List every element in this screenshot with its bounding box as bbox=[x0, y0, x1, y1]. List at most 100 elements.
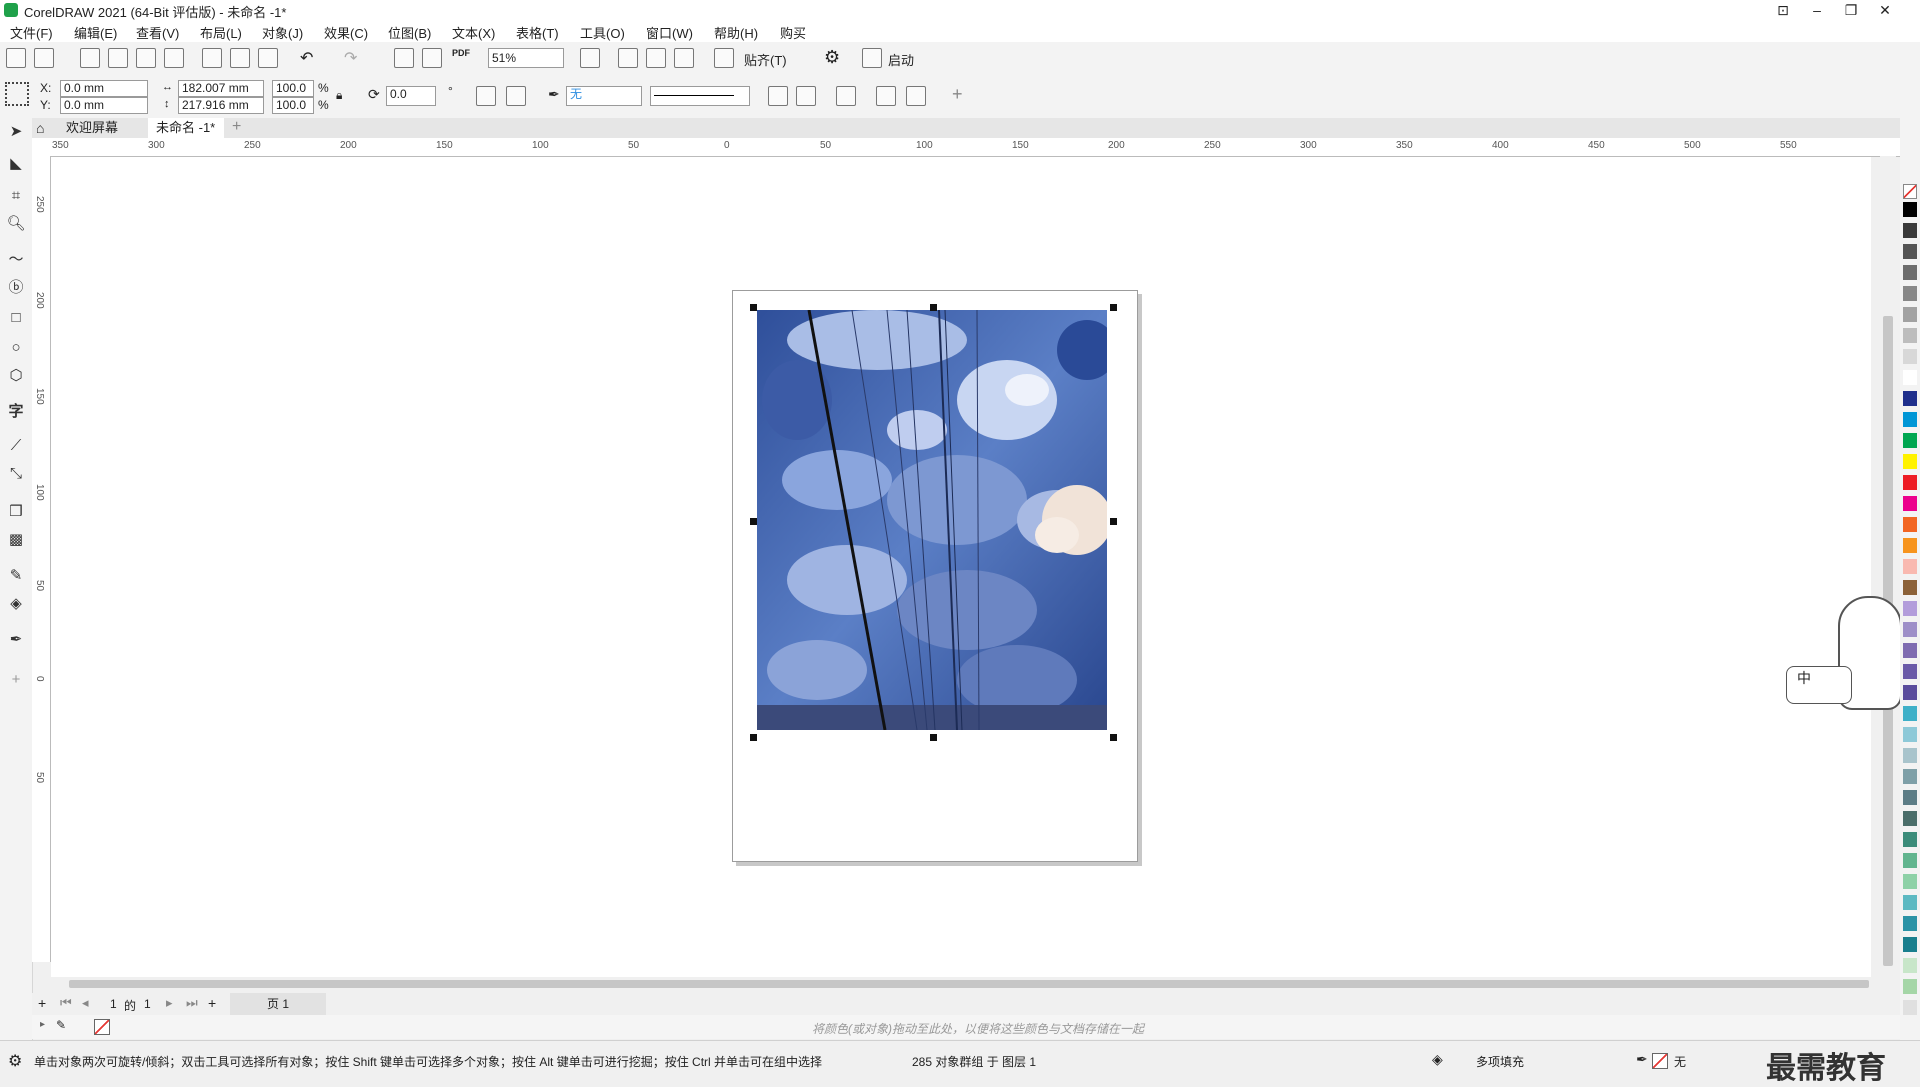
palette-swatch[interactable] bbox=[1903, 286, 1917, 301]
selection-handle-bottom-right[interactable] bbox=[1110, 734, 1117, 741]
palette-swatch[interactable] bbox=[1903, 790, 1917, 805]
add-icon[interactable]: + bbox=[952, 84, 963, 105]
menu-buy[interactable]: 购买 bbox=[780, 23, 806, 42]
expand-palette-icon[interactable]: ▸ bbox=[40, 1019, 45, 1030]
mirror-horizontal-icon[interactable] bbox=[476, 86, 496, 106]
palette-swatch[interactable] bbox=[1903, 496, 1917, 511]
palette-swatch[interactable] bbox=[1903, 349, 1917, 364]
menu-table[interactable]: 表格(T) bbox=[516, 23, 559, 42]
home-icon[interactable]: ⌂ bbox=[36, 120, 44, 136]
palette-swatch[interactable] bbox=[1903, 853, 1917, 868]
object-width-field[interactable]: 182.007 mm bbox=[178, 80, 264, 97]
menu-edit[interactable]: 编辑(E) bbox=[74, 23, 117, 42]
full-screen-preview-icon[interactable] bbox=[580, 48, 600, 68]
redo-icon[interactable]: ↷ bbox=[344, 48, 357, 68]
palette-swatch[interactable] bbox=[1903, 895, 1917, 910]
ungroup-icon[interactable] bbox=[796, 86, 816, 106]
ime-status-widget[interactable]: 中 bbox=[1786, 590, 1902, 714]
palette-swatch[interactable] bbox=[1903, 307, 1917, 322]
connector-tool-icon[interactable]: ⤡ bbox=[6, 464, 26, 484]
page-tab[interactable]: 页 1 bbox=[230, 993, 326, 1015]
to-front-icon[interactable] bbox=[876, 86, 896, 106]
cloud-upload-icon[interactable] bbox=[136, 48, 156, 68]
no-color-swatch[interactable] bbox=[94, 1019, 110, 1035]
menu-view[interactable]: 查看(V) bbox=[136, 23, 179, 42]
y-position-field[interactable]: 0.0 mm bbox=[60, 97, 148, 114]
minimize-button[interactable]: – bbox=[1800, 0, 1834, 20]
rotation-angle-field[interactable]: 0.0 bbox=[386, 86, 436, 106]
palette-swatch[interactable] bbox=[1903, 643, 1917, 658]
selection-handle-top-left[interactable] bbox=[750, 304, 757, 311]
close-button[interactable]: ✕ bbox=[1868, 0, 1902, 20]
menu-object[interactable]: 对象(J) bbox=[262, 23, 303, 42]
freehand-tool-icon[interactable]: 〜 bbox=[6, 250, 26, 270]
vertical-scrollbar[interactable] bbox=[1880, 156, 1896, 982]
menu-layout[interactable]: 布局(L) bbox=[200, 23, 242, 42]
show-guidelines-icon[interactable] bbox=[674, 48, 694, 68]
palette-swatch[interactable] bbox=[1903, 601, 1917, 616]
palette-swatch[interactable] bbox=[1903, 412, 1917, 427]
palette-swatch[interactable] bbox=[1903, 370, 1917, 385]
ime-mode-label[interactable]: 中 bbox=[1786, 666, 1852, 704]
cut-icon[interactable] bbox=[202, 48, 222, 68]
object-origin-icon[interactable] bbox=[5, 82, 29, 106]
line-style-dropdown[interactable] bbox=[650, 86, 750, 106]
palette-swatch[interactable] bbox=[1903, 685, 1917, 700]
show-grid-icon[interactable] bbox=[646, 48, 666, 68]
selected-bitmap-group[interactable] bbox=[757, 310, 1107, 730]
new-tab-icon[interactable]: + bbox=[232, 118, 241, 136]
text-tool-icon[interactable]: 字 bbox=[6, 402, 26, 422]
menu-bitmap[interactable]: 位图(B) bbox=[388, 23, 431, 42]
interactive-fill-icon[interactable]: ◈ bbox=[6, 594, 26, 614]
options-gear-icon[interactable]: ⚙ bbox=[824, 47, 840, 68]
lock-ratio-icon[interactable]: 🔒︎ bbox=[336, 88, 342, 103]
palette-swatch[interactable] bbox=[1903, 979, 1917, 994]
horizontal-ruler[interactable]: 350 300 250 200 150 100 50 0 50 100 150 200 250 300 35… bbox=[50, 138, 1900, 157]
selection-handle-middle-left[interactable] bbox=[750, 518, 757, 525]
smart-fill-icon[interactable]: ✒ bbox=[6, 630, 26, 650]
artistic-media-icon[interactable]: ⓑ bbox=[6, 278, 26, 298]
previous-page-icon[interactable]: ◂ bbox=[82, 995, 89, 1011]
tab-document[interactable]: 未命名 -1* bbox=[148, 118, 224, 138]
palette-swatch[interactable] bbox=[1903, 202, 1917, 217]
horizontal-scroll-thumb[interactable] bbox=[69, 980, 1869, 988]
selection-handle-bottom-left[interactable] bbox=[750, 734, 757, 741]
menu-text[interactable]: 文本(X) bbox=[452, 23, 495, 42]
palette-swatch[interactable] bbox=[1903, 664, 1917, 679]
next-page-icon[interactable]: ▸ bbox=[166, 995, 173, 1011]
palette-swatch[interactable] bbox=[1903, 832, 1917, 847]
menu-window[interactable]: 窗口(W) bbox=[646, 23, 693, 42]
palette-swatch[interactable] bbox=[1903, 769, 1917, 784]
palette-swatch[interactable] bbox=[1903, 916, 1917, 931]
undo-icon[interactable]: ↶ bbox=[300, 48, 313, 68]
palette-swatch[interactable] bbox=[1903, 538, 1917, 553]
palette-swatch[interactable] bbox=[1903, 244, 1917, 259]
selection-handle-top-right[interactable] bbox=[1110, 304, 1117, 311]
palette-swatch[interactable] bbox=[1903, 475, 1917, 490]
selection-handle-middle-right[interactable] bbox=[1110, 518, 1117, 525]
palette-swatch[interactable] bbox=[1903, 811, 1917, 826]
save-icon[interactable] bbox=[80, 48, 100, 68]
restore-button[interactable]: ❐ bbox=[1834, 0, 1868, 20]
paste-icon[interactable] bbox=[258, 48, 278, 68]
palette-swatch[interactable] bbox=[1903, 622, 1917, 637]
launch-dropdown[interactable]: 启动 bbox=[888, 50, 914, 69]
eyedropper-icon[interactable]: ✎ bbox=[6, 566, 26, 586]
menu-effects[interactable]: 效果(C) bbox=[324, 23, 368, 42]
snap-to-dropdown[interactable]: 贴齐(T) bbox=[744, 50, 787, 69]
shape-tool-icon[interactable]: ◣ bbox=[6, 154, 26, 174]
text-wrap-icon[interactable] bbox=[836, 86, 856, 106]
horizontal-scrollbar[interactable] bbox=[55, 977, 1885, 991]
polygon-tool-icon[interactable]: ⬡ bbox=[6, 366, 26, 386]
palette-swatch[interactable] bbox=[1903, 454, 1917, 469]
feedback-icon[interactable]: ⊡ bbox=[1766, 0, 1800, 20]
drop-shadow-icon[interactable]: ❒ bbox=[6, 502, 26, 522]
no-color-swatch[interactable] bbox=[1903, 184, 1917, 199]
selection-handle-top-center[interactable] bbox=[930, 304, 937, 311]
palette-swatch[interactable] bbox=[1903, 958, 1917, 973]
palette-swatch[interactable] bbox=[1903, 223, 1917, 238]
palette-swatch[interactable] bbox=[1903, 580, 1917, 595]
ruler-origin[interactable] bbox=[32, 138, 51, 157]
crop-tool-icon[interactable]: ⌗ bbox=[6, 186, 26, 206]
snap-off-icon[interactable] bbox=[714, 48, 734, 68]
